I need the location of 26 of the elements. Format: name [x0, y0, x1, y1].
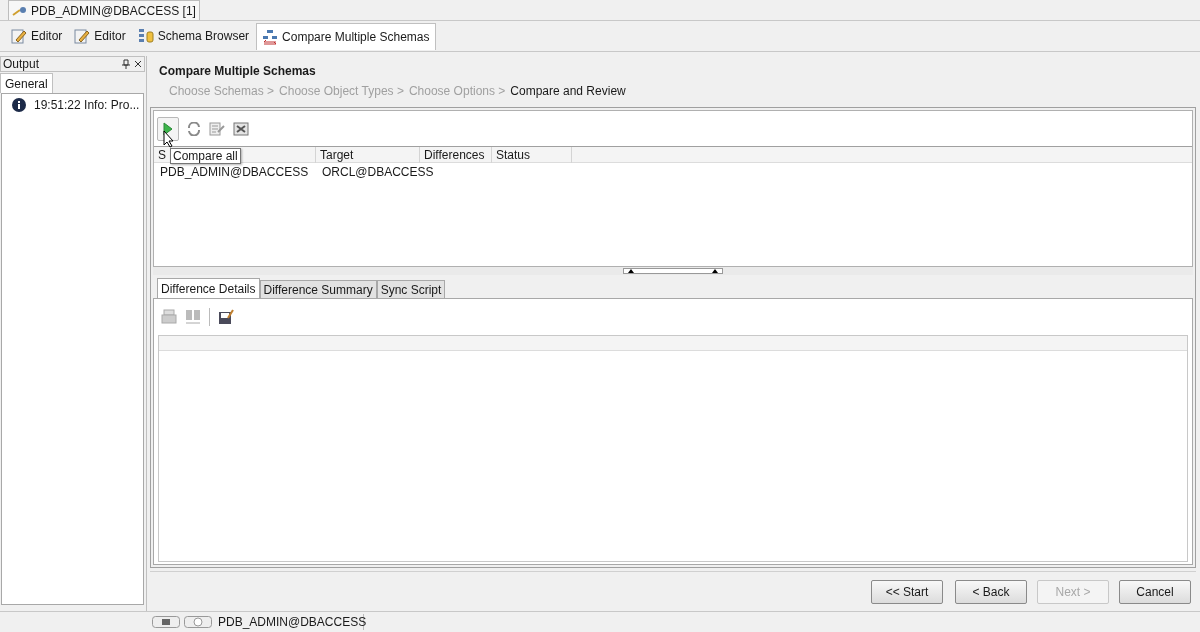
column-header[interactable]: Target — [316, 146, 420, 163]
detail-tab[interactable]: Difference Details — [157, 278, 260, 299]
wizard-title: Compare Multiple Schemas — [158, 63, 317, 80]
wizard-step: Compare and Review — [510, 82, 626, 100]
wizard-step: Choose Schemas > — [169, 82, 275, 100]
connection-status: PDB_ADMIN@DBACCESS — [216, 614, 364, 630]
detail-tab[interactable]: Difference Summary — [259, 280, 377, 298]
table-cell: PDB_ADMIN@DBACCESS — [160, 165, 309, 179]
wizard-button[interactable]: Cancel — [1119, 579, 1191, 604]
document-tab[interactable]: PDB_ADMIN@DBACCESS [1] — [8, 0, 200, 20]
editor-tab[interactable]: Editor — [6, 22, 68, 50]
editor-tab[interactable]: Editor — [69, 22, 131, 50]
wizard-step: Choose Object Types > — [279, 82, 404, 100]
panel-tab[interactable]: General — [0, 73, 53, 93]
wizard-button[interactable]: << Start — [871, 579, 943, 604]
panel-title: Output — [3, 56, 40, 73]
wizard-step: Choose Options > — [408, 82, 506, 100]
detail-tab[interactable]: Sync Script — [376, 280, 446, 298]
log-message: 19:51:22 Info: Pro... — [34, 97, 140, 114]
table-cell: ORCL@DBACCESS — [322, 165, 434, 179]
wizard-button[interactable]: < Back — [955, 579, 1027, 604]
tooltip: Compare all — [170, 148, 241, 164]
editor-tab[interactable]: Schema Browser — [132, 22, 255, 50]
column-header[interactable]: Status — [492, 146, 572, 163]
column-header[interactable]: Differences — [420, 146, 492, 163]
editor-tab[interactable]: Compare Multiple Schemas — [256, 22, 436, 50]
